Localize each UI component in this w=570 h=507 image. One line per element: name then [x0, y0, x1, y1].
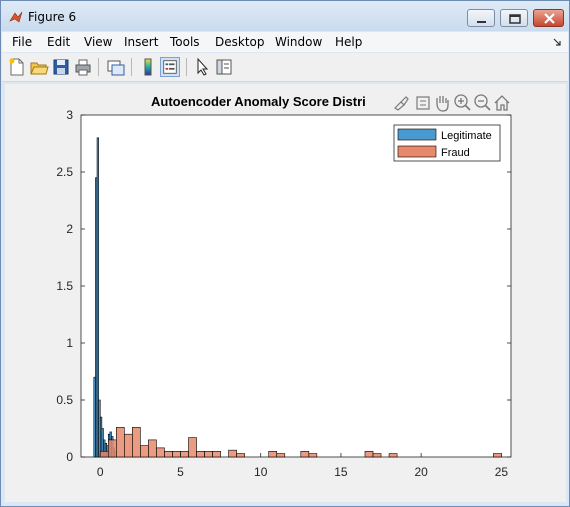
legend-label-fraud: Fraud	[441, 147, 470, 159]
toolbar-separator	[186, 58, 187, 76]
maximize-icon	[509, 14, 521, 24]
figure-canvas[interactable]: 0 5 10 15 20 25 0 0.5 1 1.5 2 2.5 3 Autoencoder Ano…	[5, 84, 566, 502]
data-tips-icon[interactable]	[416, 96, 430, 110]
fraud-bar	[99, 450, 109, 458]
fraud-bar	[308, 453, 318, 458]
fraud-bar	[148, 439, 157, 458]
menu-file[interactable]: File	[12, 35, 32, 49]
plot-area[interactable]: 0 5 10 15 20 25 0 0.5 1 1.5 2 2.5 3 Autoencoder Ano…	[5, 84, 566, 502]
fraud-bar	[172, 450, 181, 458]
fraud-bar	[228, 449, 237, 458]
x-tick-label: 0	[97, 465, 104, 479]
toolbar-separator	[131, 58, 132, 76]
menu-bar: File Edit View Insert Tools Desktop Wind…	[2, 32, 568, 52]
close-icon	[544, 13, 555, 24]
chart-title: Autoencoder Anomaly Score Distri	[151, 94, 366, 109]
fraud-bar	[388, 453, 398, 458]
dock-arrow-icon[interactable]	[552, 37, 562, 47]
fraud-bar	[268, 450, 278, 458]
fraud-bar	[372, 453, 382, 458]
fraud-bar	[204, 450, 213, 458]
x-tick-label: 20	[414, 465, 428, 479]
y-tick-label: 3	[66, 108, 73, 122]
fraud-bar	[196, 450, 205, 458]
figure-toolbar	[2, 53, 568, 82]
close-button[interactable]	[533, 9, 564, 27]
fraud-bar	[180, 450, 189, 458]
menu-edit[interactable]: Edit	[47, 35, 70, 49]
open-file-icon[interactable]	[29, 57, 49, 77]
fraud-bar	[300, 450, 310, 458]
y-tick-label: 1	[66, 336, 73, 350]
fraud-bar	[212, 450, 221, 458]
fraud-bar	[164, 450, 173, 458]
legend-swatch-legitimate	[397, 128, 437, 141]
menu-desktop[interactable]: Desktop	[215, 35, 265, 49]
insert-legend-icon[interactable]	[160, 57, 180, 77]
x-tick-label: 10	[254, 465, 268, 479]
fraud-bar	[276, 453, 286, 458]
fraud-bar	[236, 453, 245, 458]
axes-box[interactable]	[80, 114, 512, 458]
fraud-bar	[364, 450, 374, 458]
fraud-bar	[107, 439, 117, 458]
menu-window[interactable]: Window	[275, 35, 322, 49]
y-tick-label: 0	[66, 450, 73, 464]
fraud-bar	[493, 453, 502, 458]
x-tick-label: 25	[495, 465, 509, 479]
fraud-bar	[124, 433, 133, 458]
y-tick-label: 0.5	[56, 393, 73, 407]
edit-plot-icon[interactable]	[192, 57, 212, 77]
fraud-bar	[188, 437, 197, 458]
home-icon[interactable]	[494, 95, 510, 111]
y-tick-label: 1.5	[56, 279, 73, 293]
fraud-bar	[132, 427, 141, 458]
save-icon[interactable]	[51, 57, 71, 77]
title-bar[interactable]: Figure 6	[1, 1, 569, 31]
window-title: Figure 6	[28, 10, 77, 24]
menu-tools[interactable]: Tools	[170, 35, 200, 49]
matlab-icon	[9, 11, 23, 23]
link-plot-icon[interactable]	[106, 57, 126, 77]
minimize-icon	[477, 21, 486, 23]
y-tick-label: 2	[66, 222, 73, 236]
property-inspector-icon[interactable]	[214, 57, 234, 77]
legend[interactable]: Legitimate Fraud	[393, 124, 501, 162]
figure-window: Figure 6 File Edit View Insert Tools Des…	[0, 0, 570, 507]
toolbar-separator	[98, 58, 99, 76]
menu-help[interactable]: Help	[335, 35, 362, 49]
pan-icon[interactable]	[436, 96, 449, 112]
print-icon[interactable]	[73, 57, 93, 77]
fraud-bar	[140, 445, 149, 458]
y-tick-label: 2.5	[56, 165, 73, 179]
menu-insert[interactable]: Insert	[124, 35, 158, 49]
new-figure-icon[interactable]	[7, 57, 27, 77]
menu-view[interactable]: View	[84, 35, 112, 49]
zoom-out-icon[interactable]	[474, 94, 491, 111]
legend-label-legitimate: Legitimate	[441, 130, 492, 142]
zoom-in-icon[interactable]	[454, 94, 471, 111]
fraud-bar	[115, 427, 125, 458]
minimize-button[interactable]	[467, 9, 495, 27]
fraud-bar	[156, 447, 165, 458]
legend-swatch-fraud	[397, 145, 437, 158]
insert-colorbar-icon[interactable]	[138, 57, 158, 77]
brush-icon[interactable]	[394, 96, 409, 111]
x-tick-label: 15	[334, 465, 348, 479]
axes-toolbar	[394, 94, 510, 112]
maximize-button[interactable]	[500, 9, 528, 27]
x-tick-label: 5	[177, 465, 184, 479]
